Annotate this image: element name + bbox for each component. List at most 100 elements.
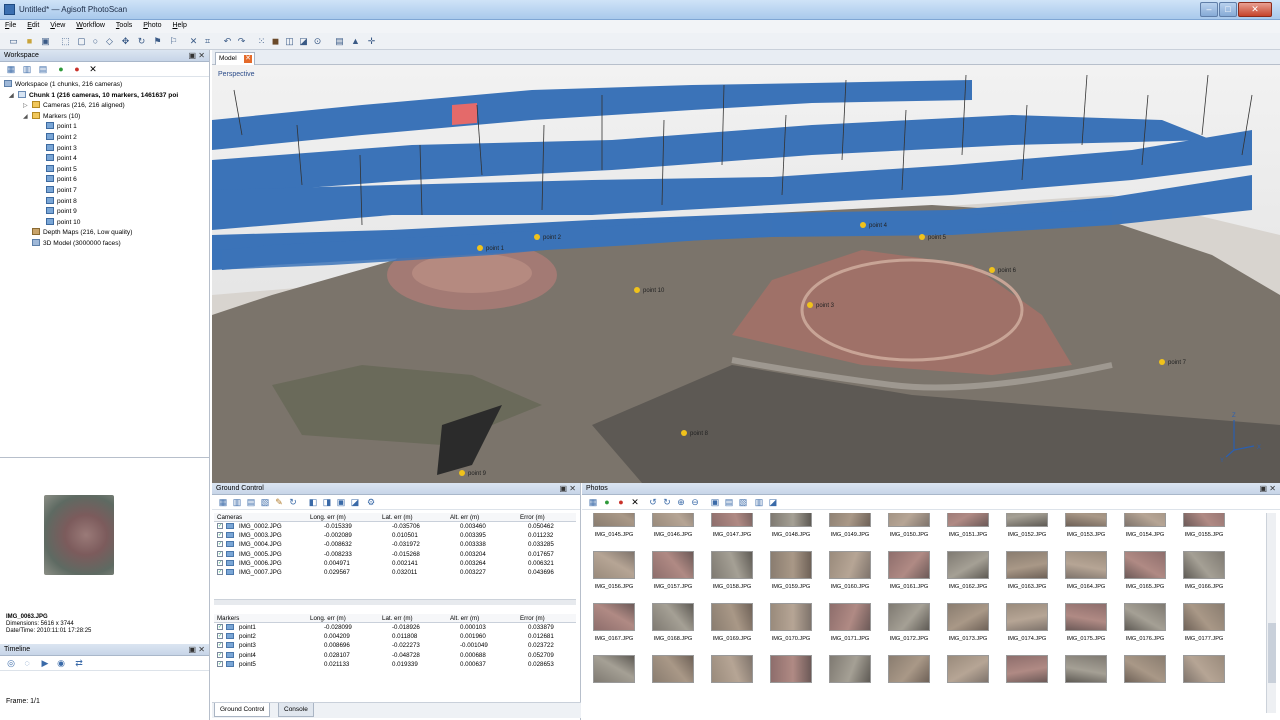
- tab-console[interactable]: Console: [278, 703, 314, 717]
- col-header[interactable]: Cameras: [217, 514, 242, 521]
- col-header[interactable]: Markers: [217, 615, 239, 622]
- table-row[interactable]: ✓ IMG_0007.JPG 0.029567 0.032011 0.00322…: [214, 568, 576, 577]
- col-header[interactable]: Error (m): [520, 615, 545, 622]
- photo-thumbnail[interactable]: IMG_0177.JPG: [1180, 603, 1228, 642]
- collapse-icon[interactable]: ◢: [9, 91, 14, 101]
- table-row[interactable]: ✓ point3 0.008696 -0.022273 -0.001049 0.…: [214, 641, 576, 650]
- remove-frame-icon[interactable]: ◌: [22, 658, 32, 668]
- rotate-right-icon[interactable]: ↻: [662, 497, 672, 507]
- remove-icon[interactable]: ✕: [630, 497, 640, 507]
- add-frame-icon[interactable]: ◎: [6, 658, 16, 668]
- zoom-in-icon[interactable]: ⊕: [676, 497, 686, 507]
- menu-tools[interactable]: Tools: [111, 20, 136, 29]
- add-photos-icon[interactable]: ▦: [588, 497, 598, 507]
- tree-marker[interactable]: point 3: [0, 143, 209, 155]
- photo-thumbnail[interactable]: IMG_0145.JPG: [590, 513, 638, 538]
- photo-thumbnail[interactable]: [767, 655, 815, 683]
- marker-icon[interactable]: ⚐: [168, 36, 179, 47]
- photo-thumbnail[interactable]: IMG_0152.JPG: [1003, 513, 1051, 538]
- tree-marker[interactable]: point 5: [0, 164, 209, 176]
- reset-filter-icon[interactable]: ▥: [754, 497, 764, 507]
- photo-thumbnail[interactable]: IMG_0163.JPG: [1003, 551, 1051, 590]
- delete-icon[interactable]: ✕: [188, 36, 199, 47]
- table-row[interactable]: ✓ point5 0.021133 0.019339 0.000637 0.02…: [214, 660, 576, 669]
- photo-thumbnail[interactable]: IMG_0174.JPG: [1003, 603, 1051, 642]
- photo-thumbnail[interactable]: IMG_0157.JPG: [649, 551, 697, 590]
- menu-workflow[interactable]: Workflow: [71, 20, 109, 29]
- photo-thumbnail[interactable]: IMG_0153.JPG: [1062, 513, 1110, 538]
- tree-marker[interactable]: point 10: [0, 217, 209, 229]
- photo-thumbnail[interactable]: IMG_0173.JPG: [944, 603, 992, 642]
- photo-thumbnail[interactable]: IMG_0161.JPG: [885, 551, 933, 590]
- masks-icon[interactable]: ◪: [768, 497, 778, 507]
- cameras-hscroll[interactable]: [214, 599, 576, 605]
- panel-float-close-icon[interactable]: ▣ ✕: [189, 51, 205, 60]
- close-button[interactable]: ✕: [1238, 2, 1272, 17]
- details-view-icon[interactable]: ▤: [724, 497, 734, 507]
- wireframe-icon[interactable]: ◫: [284, 36, 295, 47]
- rotate-object-icon[interactable]: ↻: [136, 36, 147, 47]
- photo-thumbnail[interactable]: [649, 655, 697, 683]
- tree-marker[interactable]: point 2: [0, 132, 209, 144]
- checkbox[interactable]: ✓: [217, 568, 223, 575]
- tree-marker[interactable]: point 6: [0, 175, 209, 186]
- flag-icon[interactable]: ⚑: [152, 36, 163, 47]
- sync-icon[interactable]: ⇄: [74, 658, 84, 668]
- export-icon[interactable]: ▥: [232, 497, 242, 507]
- tree-chunk[interactable]: ◢ Chunk 1 (216 cameras, 10 markers, 1461…: [0, 90, 209, 102]
- open-icon[interactable]: ■: [24, 36, 35, 47]
- show-cameras-icon[interactable]: ▤: [334, 36, 345, 47]
- photo-thumbnail[interactable]: IMG_0155.JPG: [1180, 513, 1228, 538]
- scroll-thumb[interactable]: [1268, 623, 1276, 683]
- photo-thumbnail[interactable]: IMG_0167.JPG: [590, 603, 638, 642]
- tree-marker[interactable]: point 9: [0, 207, 209, 218]
- table-row[interactable]: ✓ IMG_0002.JPG -0.015339 -0.035706 0.003…: [214, 522, 576, 531]
- save-icon[interactable]: ▣: [40, 36, 51, 47]
- checkbox[interactable]: ✓: [217, 559, 223, 566]
- grid-icon[interactable]: ▧: [260, 497, 270, 507]
- photo-thumbnail[interactable]: IMG_0166.JPG: [1180, 551, 1228, 590]
- scene-svg[interactable]: point 1 point 2 point 3 point 4 point 5 …: [212, 65, 1280, 483]
- photo-thumbnail[interactable]: [1180, 655, 1228, 683]
- photo-thumbnail[interactable]: IMG_0164.JPG: [1062, 551, 1110, 590]
- enable-icon[interactable]: ●: [56, 64, 66, 74]
- rotate-left-icon[interactable]: ↺: [648, 497, 658, 507]
- table-icon[interactable]: ▤: [246, 497, 256, 507]
- photo-thumbnail[interactable]: IMG_0168.JPG: [649, 603, 697, 642]
- photo-thumbnail[interactable]: IMG_0171.JPG: [826, 603, 874, 642]
- play-icon[interactable]: ▶: [40, 658, 50, 668]
- table-row[interactable]: ✓ IMG_0004.JPG -0.008632 -0.031972 0.003…: [214, 540, 576, 549]
- table-row[interactable]: ✓ IMG_0006.JPG 0.004971 0.002141 0.00326…: [214, 559, 576, 568]
- tree-markers[interactable]: ◢ Markers (10): [0, 111, 209, 123]
- menu-photo[interactable]: Photo: [138, 20, 165, 29]
- photo-thumbnail[interactable]: IMG_0146.JPG: [649, 513, 697, 538]
- photo-thumbnail[interactable]: IMG_0150.JPG: [885, 513, 933, 538]
- collapse-icon[interactable]: ◢: [23, 112, 28, 122]
- photo-thumbnail[interactable]: IMG_0172.JPG: [885, 603, 933, 642]
- checkbox[interactable]: ✓: [217, 624, 223, 630]
- photo-thumbnail[interactable]: IMG_0175.JPG: [1062, 603, 1110, 642]
- close-tab-icon[interactable]: ✕: [244, 55, 252, 63]
- tree-marker[interactable]: point 7: [0, 185, 209, 197]
- table-row[interactable]: ✓ point1 -0.028099 -0.018926 0.000103 0.…: [214, 623, 576, 632]
- menu-view[interactable]: View: [45, 20, 69, 29]
- panel-float-close-icon[interactable]: ▣ ✕: [560, 484, 576, 493]
- undo-icon[interactable]: ↶: [222, 36, 233, 47]
- add-photos-icon[interactable]: ▥: [22, 64, 32, 74]
- view-errors-icon[interactable]: ◪: [350, 497, 360, 507]
- maximize-button[interactable]: □: [1219, 2, 1237, 17]
- zoom-out-icon[interactable]: ⊖: [690, 497, 700, 507]
- col-header[interactable]: Lat. err (m): [382, 514, 413, 521]
- view-source-icon[interactable]: ◨: [322, 497, 332, 507]
- checkbox[interactable]: ✓: [217, 660, 223, 667]
- remove-icon[interactable]: ✕: [88, 64, 98, 74]
- selected-camera[interactable]: [452, 103, 477, 125]
- add-chunk-icon[interactable]: ▦: [6, 64, 16, 74]
- photo-thumbnail[interactable]: [826, 655, 874, 683]
- solid-model-icon[interactable]: ◼: [270, 36, 281, 47]
- thumbnail-view-icon[interactable]: ▣: [710, 497, 720, 507]
- reset-view-icon[interactable]: ⊙: [312, 36, 323, 47]
- checkbox[interactable]: ✓: [217, 550, 223, 557]
- checkbox[interactable]: ✓: [217, 633, 223, 640]
- tree-marker[interactable]: point 4: [0, 154, 209, 165]
